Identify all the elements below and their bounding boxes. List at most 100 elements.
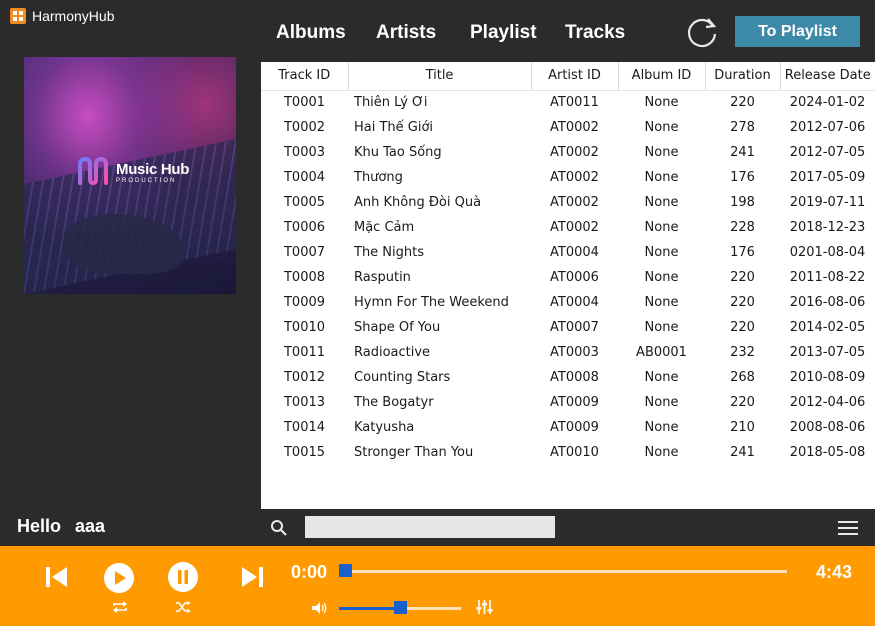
volume-fill [339, 607, 400, 610]
next-icon[interactable] [240, 566, 264, 588]
tab-tracks[interactable]: Tracks [565, 22, 625, 44]
table-row[interactable]: T0009 Hymn For The Weekend AT0004 None 220 20… [261, 290, 875, 315]
table-cell: AT0008 [550, 370, 599, 385]
table-cell: T0002 [283, 120, 326, 135]
menu-icon[interactable] [838, 520, 858, 536]
search-input[interactable] [305, 516, 555, 538]
table-cell: 2014-02-05 [789, 320, 866, 335]
table-cell: 2013-07-05 [789, 345, 866, 360]
table-row[interactable]: T0001 Thiên Lý Ơi AT0011 None 220 2024-01-02 [261, 90, 875, 115]
column-header[interactable]: Artist ID [531, 62, 619, 91]
total-time: 4:43 [816, 562, 853, 582]
table-cell: 220 [730, 270, 755, 285]
equalizer-icon[interactable] [476, 599, 493, 615]
table-cell: None [644, 445, 679, 460]
table-cell: None [644, 420, 679, 435]
cover-brand: Music Hub PRODUCTION [76, 155, 189, 189]
user-name: aaa [75, 516, 106, 536]
column-header[interactable]: Duration [705, 62, 781, 91]
table-cell: 2012-07-05 [789, 145, 866, 160]
table-row[interactable]: T0012 Counting Stars AT0008 None 268 2010-08-… [261, 365, 875, 390]
table-cell: 2019-07-11 [789, 195, 866, 210]
table-cell: 220 [730, 320, 755, 335]
table-cell: T0009 [283, 295, 326, 310]
column-header[interactable]: Title [348, 62, 532, 91]
volume-thumb[interactable] [394, 601, 407, 614]
progress-thumb[interactable] [339, 564, 352, 577]
table-cell: Radioactive [354, 345, 431, 360]
table-cell: Khu Tao Sống [354, 145, 442, 160]
table-cell: None [644, 395, 679, 410]
column-header[interactable]: Track ID [261, 62, 349, 91]
tab-playlist[interactable]: Playlist [470, 22, 537, 44]
table-cell: 2011-08-22 [789, 270, 866, 285]
search-bar [260, 509, 875, 546]
cover-brand-name: Music Hub [116, 160, 190, 178]
table-row[interactable]: T0007 The Nights AT0004 None 176 0201-08-04 [261, 240, 875, 265]
table-row[interactable]: T0008 Rasputin AT0006 None 220 2011-08-22 [261, 265, 875, 290]
table-cell: Thiên Lý Ơi [354, 95, 428, 111]
table-cell: Counting Stars [354, 370, 451, 385]
user-greeting: Hello aaa [17, 516, 105, 537]
play-icon[interactable] [103, 562, 135, 594]
title-bar: HarmonyHub [10, 6, 114, 26]
search-icon [271, 520, 287, 536]
table-cell: None [644, 170, 679, 185]
table-cell: AT0002 [550, 195, 599, 210]
table-row[interactable]: T0004 Thương AT0002 None 176 2017-05-09 [261, 165, 875, 190]
table-cell: AT0002 [550, 120, 599, 135]
table-cell: 2008-08-06 [789, 420, 866, 435]
table-cell: AT0002 [550, 220, 599, 235]
table-row[interactable]: T0011 Radioactive AT0003 AB0001 232 2013-07-0… [261, 340, 875, 365]
table-cell: 198 [730, 195, 755, 210]
table-cell: 2010-08-09 [789, 370, 866, 385]
table-cell: 2017-05-09 [789, 170, 866, 185]
table-row[interactable]: T0006 Mặc Cảm AT0002 None 228 2018-12-23 [261, 215, 875, 240]
table-cell: T0015 [283, 445, 326, 460]
table-cell: T0008 [283, 270, 326, 285]
table-cell: Mặc Cảm [354, 220, 415, 235]
progress-slider[interactable] [339, 564, 787, 577]
table-cell: AT0011 [550, 95, 599, 111]
table-row[interactable]: T0015 Stronger Than You AT0010 None 241 2018-… [261, 440, 875, 465]
table-cell: AT0003 [550, 345, 599, 360]
table-cell: 241 [730, 445, 755, 460]
repeat-icon[interactable] [112, 600, 128, 614]
table-row[interactable]: T0010 Shape Of You AT0007 None 220 2014-02-05 [261, 315, 875, 340]
table-cell: AB0001 [636, 345, 687, 360]
table-cell: AT0006 [550, 270, 599, 285]
previous-icon[interactable] [45, 566, 69, 588]
column-header[interactable]: Release Date [780, 62, 875, 91]
table-row[interactable]: T0002 Hai Thế Giới AT0002 None 278 2012-07-06 [261, 115, 875, 140]
table-cell: None [644, 320, 679, 335]
table-cell: AT0009 [550, 420, 599, 435]
to-playlist-button[interactable]: To Playlist [735, 16, 860, 47]
table-cell: T0005 [283, 195, 326, 210]
table-row[interactable]: T0005 Anh Không Đòi Quà AT0002 None 198 2019-… [261, 190, 875, 215]
table-cell: 241 [730, 145, 755, 160]
table-cell: None [644, 220, 679, 235]
tracks-table-container: Track ID Title Artist ID Album ID Durati… [261, 62, 875, 509]
table-cell: 232 [730, 345, 755, 360]
table-row[interactable]: T0013 The Bogatyr AT0009 None 220 2012-04-06 [261, 390, 875, 415]
refresh-icon[interactable] [684, 14, 720, 50]
pause-icon[interactable] [167, 561, 199, 593]
table-cell: 2018-12-23 [789, 220, 866, 235]
tab-albums[interactable]: Albums [276, 22, 346, 44]
table-cell: None [644, 270, 679, 285]
table-row[interactable]: T0003 Khu Tao Sống AT0002 None 241 2012-07-05 [261, 140, 875, 165]
tab-artists[interactable]: Artists [376, 22, 436, 44]
volume-icon[interactable] [311, 601, 329, 615]
table-cell: T0013 [283, 395, 326, 410]
table-cell: AT0010 [550, 445, 599, 460]
column-header[interactable]: Album ID [618, 62, 706, 91]
table-row[interactable]: T0014 Katyusha AT0009 None 210 2008-08-06 [261, 415, 875, 440]
table-cell: Stronger Than You [354, 445, 474, 460]
table-cell: T0003 [283, 145, 326, 160]
table-cell: 2016-08-06 [789, 295, 866, 310]
player-bar: 0:00 4:43 [0, 546, 875, 626]
table-cell: 268 [730, 370, 755, 385]
shuffle-icon[interactable] [175, 601, 191, 613]
table-cell: 220 [730, 295, 755, 310]
volume-slider[interactable] [339, 601, 461, 614]
